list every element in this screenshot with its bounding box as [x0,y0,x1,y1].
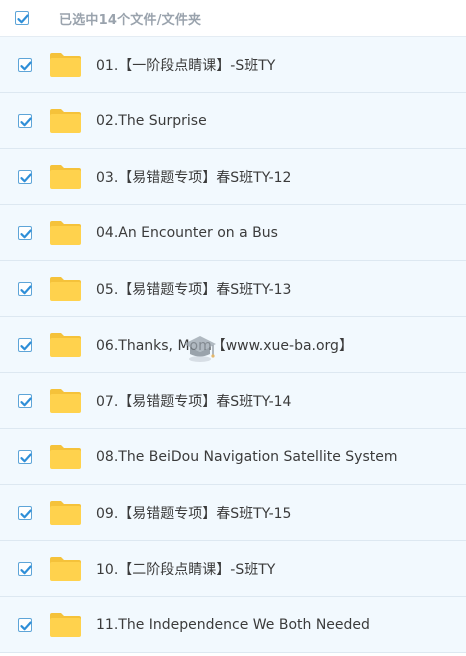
checkmark-icon [20,453,32,462]
file-checkbox[interactable] [18,505,32,520]
checkmark-icon [20,173,32,182]
file-checkbox[interactable] [18,337,32,352]
file-row[interactable]: 01.【一阶段点睛课】-S班TY [0,37,466,93]
file-name: 03.【易错题专项】春S班TY-12 [96,169,292,186]
file-name: 08.The BeiDou Navigation Satellite Syste… [96,448,398,465]
checkmark-icon [17,14,29,24]
checkmark-icon [20,341,32,350]
folder-icon [50,388,81,413]
file-row[interactable]: 02.The Surprise [0,93,466,149]
file-name: 06.Thanks, Mom【www.xue-ba.org】 [96,337,353,354]
file-checkbox[interactable] [18,393,32,408]
file-name: 05.【易错题专项】春S班TY-13 [96,281,292,298]
file-checkbox[interactable] [18,617,32,632]
file-checkbox[interactable] [18,449,32,464]
file-row[interactable]: 09.【易错题专项】春S班TY-15 [0,485,466,541]
select-all-checkbox[interactable] [15,11,29,25]
file-selection-panel: 已选中14个文件/文件夹 01.【一阶段点睛课】-S班TY 02.The Surp… [0,0,466,656]
file-checkbox[interactable] [18,561,32,576]
file-name: 10.【二阶段点睛课】-S班TY [96,561,276,578]
selection-header: 已选中14个文件/文件夹 [0,0,466,37]
checkmark-icon [20,509,32,518]
file-row[interactable]: 04.An Encounter on a Bus [0,205,466,261]
file-name: 01.【一阶段点睛课】-S班TY [96,57,276,74]
file-name: 07.【易错题专项】春S班TY-14 [96,393,292,410]
folder-icon [50,444,81,469]
checkmark-icon [20,621,32,630]
folder-icon [50,108,81,133]
folder-icon [50,612,81,637]
folder-icon [50,164,81,189]
file-name: 04.An Encounter on a Bus [96,224,278,241]
file-row[interactable]: 05.【易错题专项】春S班TY-13 [0,261,466,317]
checkmark-icon [20,229,32,238]
file-name: 09.【易错题专项】春S班TY-15 [96,505,292,522]
file-name: 02.The Surprise [96,112,207,129]
file-checkbox[interactable] [18,113,32,128]
file-list: 01.【一阶段点睛课】-S班TY 02.The Surprise 03.【易错题专项… [0,37,466,653]
checkmark-icon [20,285,32,294]
file-checkbox[interactable] [18,225,32,240]
checkmark-icon [20,397,32,406]
file-row[interactable]: 10.【二阶段点睛课】-S班TY [0,541,466,597]
file-checkbox[interactable] [18,57,32,72]
checkmark-icon [20,61,32,70]
file-row[interactable]: 11.The Independence We Both Needed [0,597,466,653]
file-checkbox[interactable] [18,169,32,184]
file-row[interactable]: 07.【易错题专项】春S班TY-14 [0,373,466,429]
folder-icon [50,52,81,77]
file-row[interactable]: 06.Thanks, Mom【www.xue-ba.org】 [0,317,466,373]
folder-icon [50,556,81,581]
selection-count-label: 已选中14个文件/文件夹 [59,12,202,28]
folder-icon [50,332,81,357]
file-row[interactable]: 08.The BeiDou Navigation Satellite Syste… [0,429,466,485]
checkmark-icon [20,565,32,574]
checkmark-icon [20,117,32,126]
folder-icon [50,220,81,245]
folder-icon [50,500,81,525]
file-row[interactable]: 03.【易错题专项】春S班TY-12 [0,149,466,205]
folder-icon [50,276,81,301]
file-name: 11.The Independence We Both Needed [96,616,370,633]
file-checkbox[interactable] [18,281,32,296]
